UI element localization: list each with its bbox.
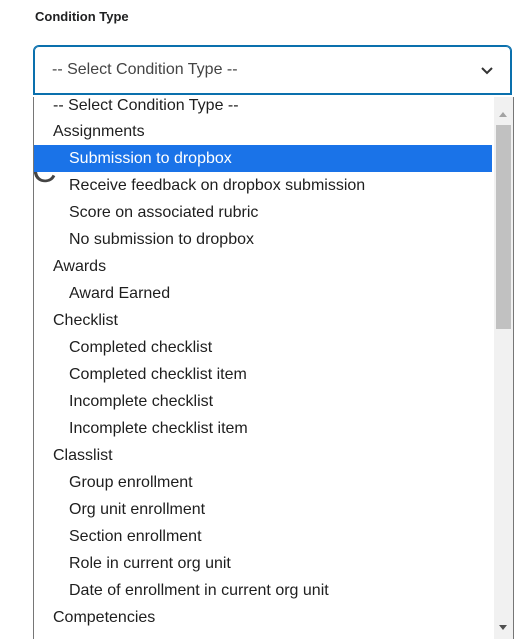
option-list: -- Select Condition Type -- Assignments Su… bbox=[34, 97, 492, 631]
chevron-down-icon bbox=[481, 67, 493, 75]
dropdown-scrollbar[interactable] bbox=[494, 97, 513, 639]
option-award-earned[interactable]: Award Earned bbox=[34, 280, 492, 307]
option-group-checklist: Checklist bbox=[53, 312, 118, 329]
option-group-classlist: Classlist bbox=[53, 447, 113, 464]
option-group-enrollment[interactable]: Group enrollment bbox=[34, 469, 492, 496]
condition-type-dropdown-list[interactable]: C -- Select Condition Type --Assignments… bbox=[33, 97, 514, 639]
option-submission-to-dropbox[interactable]: Submission to dropbox bbox=[34, 145, 492, 172]
select-current-value: -- Select Condition Type -- bbox=[52, 61, 238, 78]
option-incomplete-checklist-item[interactable]: Incomplete checklist item bbox=[34, 415, 492, 442]
option-date-of-enrollment-in-current-org-unit[interactable]: Date of enrollment in current org unit bbox=[34, 577, 492, 604]
option-completed-checklist-item[interactable]: Completed checklist item bbox=[34, 361, 492, 388]
option-section-enrollment[interactable]: Section enrollment bbox=[34, 523, 492, 550]
scrollbar-thumb[interactable] bbox=[496, 125, 511, 329]
scroll-up-arrow-icon[interactable] bbox=[499, 112, 507, 117]
option-receive-feedback-on-dropbox-submission[interactable]: Receive feedback on dropbox submission bbox=[34, 172, 492, 199]
condition-type-label: Condition Type bbox=[35, 9, 129, 24]
option-role-in-current-org-unit[interactable]: Role in current org unit bbox=[34, 550, 492, 577]
option-no-submission-to-dropbox[interactable]: No submission to dropbox bbox=[34, 226, 492, 253]
option-group-awards: Awards bbox=[53, 258, 107, 275]
option-incomplete-checklist[interactable]: Incomplete checklist bbox=[34, 388, 492, 415]
option-completed-checklist[interactable]: Completed checklist bbox=[34, 334, 492, 361]
option-group-assignments: Assignments bbox=[53, 123, 145, 140]
option-placeholder[interactable]: -- Select Condition Type -- bbox=[34, 97, 492, 118]
condition-type-select[interactable]: -- Select Condition Type -- bbox=[33, 45, 512, 95]
option-group-competencies: Competencies bbox=[53, 609, 156, 626]
option-org-unit-enrollment[interactable]: Org unit enrollment bbox=[34, 496, 492, 523]
option-score-on-associated-rubric[interactable]: Score on associated rubric bbox=[34, 199, 492, 226]
scroll-down-arrow-icon[interactable] bbox=[499, 625, 507, 630]
